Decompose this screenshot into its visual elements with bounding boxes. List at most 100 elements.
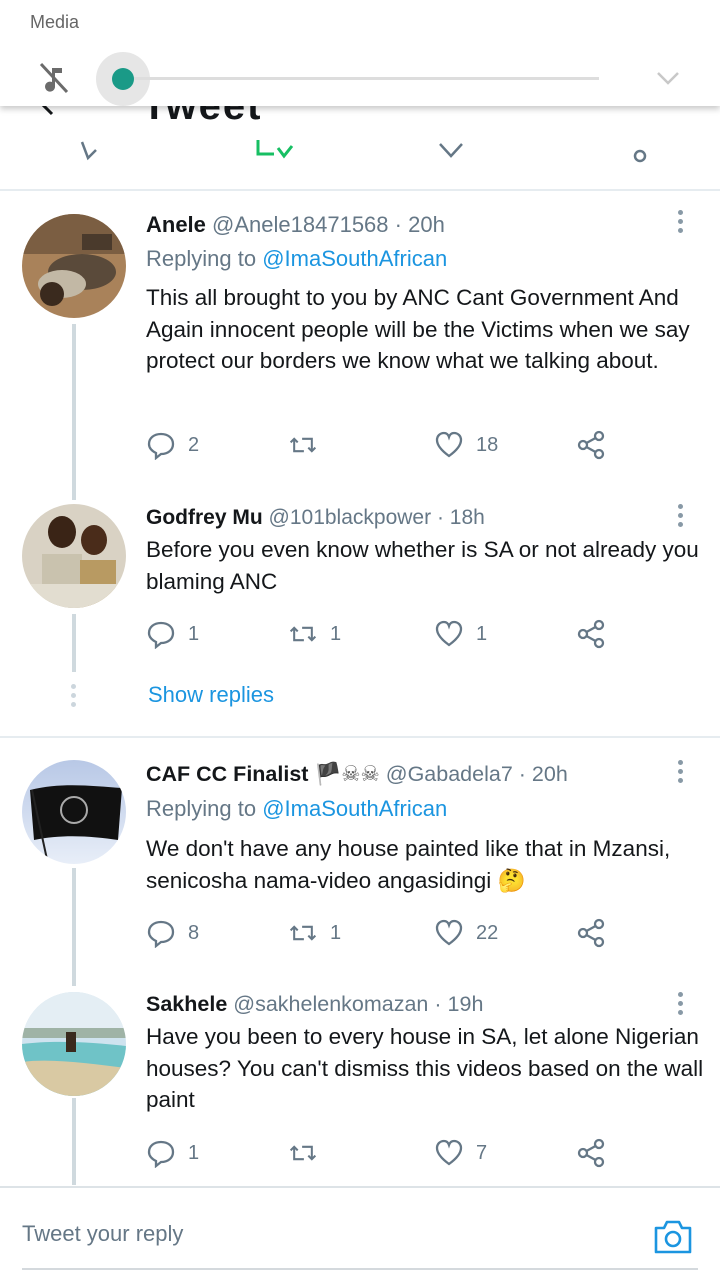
heart-icon (435, 431, 463, 458)
section-divider (0, 736, 720, 738)
reply-icon (147, 432, 175, 460)
more-options-icon[interactable] (678, 760, 684, 786)
tweet-time: 20h (408, 212, 445, 237)
share-icon (577, 1138, 605, 1168)
tweet-actions: 8 1 22 (146, 915, 616, 951)
retweet-button[interactable]: 1 (288, 915, 341, 951)
author-name[interactable]: Sakhele (146, 992, 227, 1016)
share-icon (577, 430, 605, 460)
avatar[interactable] (22, 760, 126, 864)
like-button[interactable]: 18 (434, 427, 498, 463)
thread-line (72, 614, 76, 672)
avatar[interactable] (22, 214, 126, 318)
more-options-icon[interactable] (678, 992, 684, 1018)
tweet-time: 20h (531, 762, 568, 786)
share-button[interactable] (576, 427, 606, 463)
heart-icon (435, 620, 463, 647)
mention-link[interactable]: @ImaSouthAfrican (262, 246, 447, 271)
reply-count: 8 (188, 921, 200, 944)
tweet-actions: 1 7 (146, 1135, 616, 1171)
thread-line (72, 1098, 76, 1185)
reply-composer (0, 1186, 720, 1281)
retweet-count: 1 (330, 921, 342, 944)
retweet-icon (289, 437, 317, 453)
like-count: 1 (476, 622, 488, 645)
retweet-icon-active[interactable] (254, 140, 294, 164)
reply-input[interactable] (22, 1216, 622, 1252)
tweet-actions: 1 1 1 (146, 616, 616, 652)
avatar[interactable] (22, 504, 126, 608)
retweet-icon (289, 626, 317, 642)
more-options-icon[interactable] (678, 504, 684, 530)
author-name[interactable]: CAF CC Finalist (146, 762, 308, 786)
tweet-header-line: Sakhele @sakhelenkomazan · 19h (146, 992, 484, 1016)
tweet-text: This all brought to you by ANC Cant Gove… (146, 285, 690, 373)
media-volume-panel: Media (0, 0, 720, 106)
reply-count: 1 (188, 622, 200, 645)
tweet-header-line: CAF CC Finalist 🏴☠☠ @Gabadela7 · 20h (146, 762, 568, 786)
like-count: 22 (476, 921, 499, 944)
slider-thumb[interactable] (112, 68, 134, 90)
share-button[interactable] (576, 616, 606, 652)
like-button[interactable]: 22 (434, 915, 498, 951)
retweet-icon (289, 925, 317, 941)
like-icon[interactable] (436, 140, 466, 164)
volume-slider[interactable] (96, 52, 606, 106)
retweet-button[interactable] (288, 427, 330, 463)
reply-button[interactable]: 1 (146, 616, 199, 652)
author-name[interactable]: Anele (146, 212, 206, 237)
camera-icon[interactable] (652, 1218, 694, 1256)
retweet-button[interactable]: 1 (288, 616, 341, 652)
reply-input-underline (22, 1268, 698, 1270)
tweet-text: Have you been to every house in SA, let … (146, 1024, 704, 1112)
show-replies-link[interactable]: Show replies (148, 682, 274, 708)
author-name[interactable]: Godfrey Mu (146, 506, 263, 529)
retweet-button[interactable] (288, 1135, 330, 1171)
like-count: 18 (476, 433, 499, 456)
avatar[interactable] (22, 992, 126, 1096)
tweet-header-line: Godfrey Mu @101blackpower · 18h (146, 506, 485, 529)
music-off-icon[interactable] (36, 60, 72, 96)
author-handle[interactable]: @Gabadela7 (386, 762, 513, 786)
retweet-icon (289, 1145, 317, 1161)
more-options-icon[interactable] (678, 210, 684, 236)
tweet-time: 18h (449, 506, 485, 529)
share-icon[interactable] (630, 140, 650, 164)
reply-bar-divider (0, 1186, 720, 1188)
mention-link[interactable]: @ImaSouthAfrican (262, 796, 447, 821)
main-tweet-actions (0, 140, 720, 166)
replying-to: Replying to @ImaSouthAfrican (146, 246, 448, 271)
tweet-header-line: Anele @Anele18471568 · 20h (146, 212, 445, 237)
section-divider (0, 189, 720, 191)
reply-count: 2 (188, 433, 200, 456)
reply-icon (147, 920, 175, 948)
author-handle[interactable]: @sakhelenkomazan (233, 992, 428, 1016)
tweet-text: Before you even know whether is SA or no… (146, 537, 699, 594)
heart-icon (435, 1139, 463, 1166)
author-handle[interactable]: @101blackpower (269, 506, 432, 529)
thread-line (72, 868, 76, 986)
replying-to: Replying to @ImaSouthAfrican (146, 796, 448, 821)
tweet-time: 19h (447, 992, 484, 1016)
reply-count: 1 (188, 1141, 200, 1164)
tweet-actions: 2 18 (146, 427, 616, 463)
share-button[interactable] (576, 915, 606, 951)
tweet-text: We don't have any house painted like tha… (146, 836, 671, 893)
like-button[interactable]: 7 (434, 1135, 487, 1171)
author-handle[interactable]: @Anele18471568 (212, 212, 388, 237)
reply-button[interactable]: 1 (146, 1135, 199, 1171)
share-icon (577, 918, 605, 948)
reply-button[interactable]: 2 (146, 427, 199, 463)
name-emoji: 🏴☠☠ (314, 762, 380, 786)
chevron-down-icon[interactable] (652, 64, 684, 92)
reply-icon[interactable] (78, 140, 108, 164)
heart-icon (435, 919, 463, 946)
like-count: 7 (476, 1141, 488, 1164)
thread-gap-dots (71, 684, 76, 711)
like-button[interactable]: 1 (434, 616, 487, 652)
thread-line (72, 324, 76, 500)
reply-button[interactable]: 8 (146, 915, 199, 951)
slider-track (123, 77, 599, 80)
back-arrow-icon[interactable] (38, 106, 62, 118)
share-button[interactable] (576, 1135, 606, 1171)
